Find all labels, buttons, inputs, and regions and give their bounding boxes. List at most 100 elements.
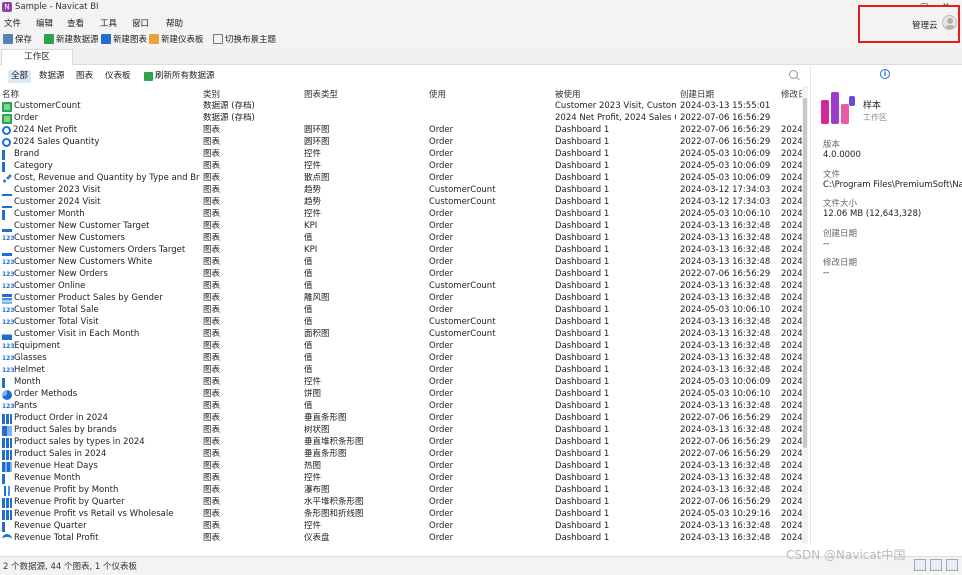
table-row[interactable]: Order Methods 图表 饼图 Order Dashboard 1 2024-05… (0, 388, 802, 400)
filter-chart[interactable]: 图表 (73, 70, 96, 83)
table-row[interactable]: Product Order in 2024 图表 垂直条形图 Order Dashboa… (0, 412, 802, 424)
menu-file[interactable]: 文件 (4, 17, 21, 29)
filter-dashboard[interactable]: 仪表板 (102, 70, 134, 83)
table-row[interactable]: Customer New Customers Orders Target 图表 KP… (0, 244, 802, 256)
cell-type: 图表 (203, 161, 221, 171)
table-row[interactable]: Product Sales by brands 图表 树状图 Order Dashboa… (0, 424, 802, 436)
list-view-button[interactable] (914, 559, 926, 571)
tab-workspace[interactable]: 工作区 (1, 49, 73, 65)
table-row[interactable]: Customer Visit in Each Month 图表 面积图 Custome… (0, 328, 802, 340)
cell-created: 2024-05-03 10:06:09 (680, 149, 771, 159)
cell-chart-type: 控件 (304, 161, 322, 171)
table-row[interactable]: Revenue Total Profit 图表 仪表盘 Order Dashboard … (0, 532, 802, 544)
trend-icon (2, 198, 12, 208)
table-row[interactable]: 123 Customer Online 图表值 CustomerCount Dashbo… (0, 280, 802, 292)
table-row[interactable]: 2024 Sales Quantity 图表 圆环图 Order Dashboard 1… (0, 136, 802, 148)
cell-created: 2024-03-12 17:34:03 (680, 185, 771, 195)
filter-datasource[interactable]: 数据源 (36, 70, 68, 83)
table-row[interactable]: 123 Customer New Orders 图表值 Order Dashboard … (0, 268, 802, 280)
grid-view-button[interactable] (946, 559, 958, 571)
refresh-icon (144, 72, 153, 81)
table-row[interactable]: 123 Helmet 图表值 Order Dashboard 1 2024-03-13 1… (0, 364, 802, 376)
cell-name: Order Methods (2, 389, 200, 400)
table-row[interactable]: Customer 2023 Visit 图表 趋势 CustomerCount Dash… (0, 184, 802, 196)
table-row[interactable]: 123 Equipment 图表值 Order Dashboard 1 2024-03-1… (0, 340, 802, 352)
cell-name: Revenue Profit by Quarter (2, 497, 200, 508)
search-icon[interactable] (789, 70, 798, 79)
cell-created: 2022-07-06 16:56:29 (680, 437, 771, 447)
header-used-by[interactable]: 被使用 (555, 88, 581, 100)
filter-all[interactable]: 全部 (8, 70, 32, 83)
header-use[interactable]: 使用 (429, 88, 446, 100)
cell-chart-type: 趋势 (304, 197, 322, 207)
table-row[interactable]: Month 图表 控件 Order Dashboard 1 2024-05-03 10:0… (0, 376, 802, 388)
table-row[interactable]: Brand 图表 控件 Order Dashboard 1 2024-05-03 10:0… (0, 148, 802, 160)
vertical-scrollbar[interactable] (802, 86, 808, 544)
cell-modified: 2024 (781, 197, 802, 207)
table-row[interactable]: 123 Customer Total Sale 图表值 Order Dashboard … (0, 304, 802, 316)
new-dashboard-button[interactable]: 新建仪表板 (149, 33, 204, 45)
table-row[interactable]: 123 Customer Total Visit 图表值 CustomerCount D… (0, 316, 802, 328)
table-row[interactable]: Category 图表 控件 Order Dashboard 1 2024-05-03 1… (0, 160, 802, 172)
table-row[interactable]: Revenue Profit by Month 图表 瀑布图 Order Dashboa… (0, 484, 802, 496)
header-created[interactable]: 创建日期 (680, 88, 714, 100)
new-chart-button[interactable]: 新建图表 (101, 33, 147, 45)
table-row[interactable]: Revenue Heat Days 图表 热图 Order Dashboard 1 202… (0, 460, 802, 472)
table-row[interactable]: 123 Pants 图表值 Order Dashboard 1 2024-03-13 16… (0, 400, 802, 412)
menu-help[interactable]: 帮助 (166, 17, 183, 29)
avatar-icon[interactable] (942, 15, 957, 30)
save-icon (3, 34, 13, 44)
table-row[interactable]: Product Sales in 2024 图表 垂直条形图 Order Dashboa… (0, 448, 802, 460)
cell-chart-type: 圆环图 (304, 125, 330, 135)
refresh-all-button[interactable]: 刷新所有数据源 (141, 70, 218, 83)
header-name[interactable]: 名称 (2, 88, 19, 100)
table-row[interactable]: CustomerCount 数据源 (存档) Customer 2023 Visit… (0, 100, 802, 112)
header-type[interactable]: 类别 (203, 88, 220, 100)
table-row[interactable]: Product sales by types in 2024 图表 垂直堆积条形图 O… (0, 436, 802, 448)
scrollbar-thumb[interactable] (803, 98, 807, 448)
value-icon: 123 (2, 270, 15, 278)
table-row[interactable]: Customer New Customer Target 图表 KPI Order Da… (0, 220, 802, 232)
cell-used-by: Dashboard 1 (555, 137, 610, 147)
table-row[interactable]: Customer Month 图表 控件 Order Dashboard 1 2024-0… (0, 208, 802, 220)
info-icon[interactable]: i (880, 69, 890, 79)
switch-theme-button[interactable]: 切换布景主题 (213, 33, 276, 45)
cell-chart-type: 值 (304, 269, 313, 279)
row-name: 2024 Net Profit (13, 125, 78, 135)
cell-modified: 2024 (781, 437, 802, 447)
header-chart-type[interactable]: 图表类型 (304, 88, 338, 100)
table-row[interactable]: Cost, Revenue and Quantity by Type and B… (0, 172, 802, 184)
cell-use: Order (429, 377, 454, 387)
table-row[interactable]: Customer 2024 Visit 图表 趋势 CustomerCount Dash… (0, 196, 802, 208)
header-modified[interactable]: 修改日 (781, 88, 802, 100)
cell-used-by: Dashboard 1 (555, 197, 610, 207)
table-row[interactable]: Order 数据源 (存档) 2024 Net Profit, 2024 Sales… (0, 112, 802, 124)
new-datasource-icon (44, 34, 54, 44)
table-row[interactable]: Revenue Profit by Quarter 图表 水平堆积条形图 Order D… (0, 496, 802, 508)
cell-name: 123 Glasses (2, 353, 200, 364)
new-datasource-button[interactable]: 新建数据源 (44, 33, 99, 45)
cell-created: 2022-07-06 16:56:29 (680, 137, 771, 147)
manage-cloud-label[interactable]: 管理云 (912, 19, 938, 31)
detail-view-button[interactable] (930, 559, 942, 571)
workspace-name: 样本 (863, 101, 882, 111)
menu-view[interactable]: 查看 (67, 17, 84, 29)
cell-created: 2024-03-13 16:32:48 (680, 521, 771, 531)
table-row[interactable]: 123 Customer New Customers White 图表值 Order D… (0, 256, 802, 268)
cell-created: 2024-05-03 10:06:09 (680, 161, 771, 171)
cell-type: 图表 (203, 125, 221, 135)
table-row[interactable]: Customer Product Sales by Gender 图表 雕风图 Ord… (0, 292, 802, 304)
manage-cloud-area[interactable]: 管理云 (858, 5, 960, 43)
menu-edit[interactable]: 编辑 (36, 17, 53, 29)
cell-name: 2024 Sales Quantity (2, 137, 200, 148)
menu-tools[interactable]: 工具 (100, 17, 117, 29)
save-button[interactable]: 保存 (3, 33, 32, 45)
table-row[interactable]: Revenue Profit vs Retail vs Wholesale 图表 条… (0, 508, 802, 520)
table-row[interactable]: 123 Glasses 图表值 Order Dashboard 1 2024-03-13 … (0, 352, 802, 364)
table-row[interactable]: 2024 Net Profit 图表 圆环图 Order Dashboard 1 2022… (0, 124, 802, 136)
table-row[interactable]: Revenue Month 图表 控件 Order Dashboard 1 2024-03… (0, 472, 802, 484)
table-row[interactable]: 123 Customer New Customers 图表值 Order Dashboa… (0, 232, 802, 244)
menu-window[interactable]: 窗口 (132, 17, 149, 29)
table-row[interactable]: Revenue Quarter 图表 控件 Order Dashboard 1 2024-… (0, 520, 802, 532)
cell-modified: 2024 (781, 377, 802, 387)
